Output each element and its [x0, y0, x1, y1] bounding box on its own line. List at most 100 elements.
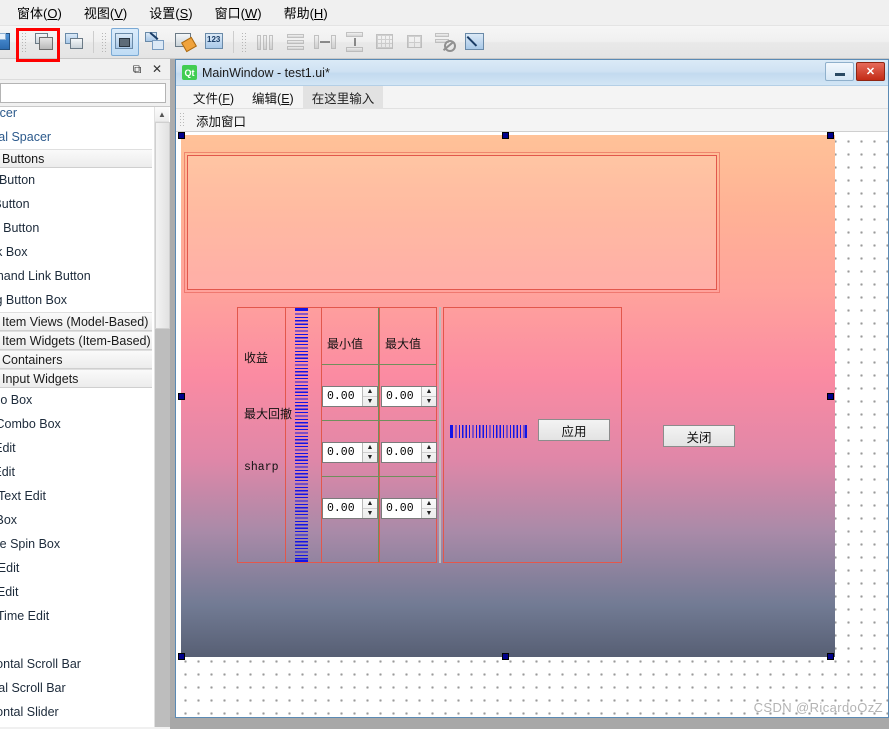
form-menu-placeholder[interactable]: 在这里输入 — [302, 84, 384, 110]
spinbox-arrows[interactable]: ▲ ▼ — [421, 387, 436, 406]
top-frame[interactable] — [184, 152, 720, 293]
layout-horizontal-icon[interactable] — [251, 28, 279, 56]
widget-box-item[interactable]: Plain Text Edit — [0, 484, 152, 508]
layout-splitter-h-icon[interactable] — [311, 28, 339, 56]
toolbar-grip-3[interactable] — [240, 31, 247, 53]
form-menu-edit[interactable]: 编辑(E) — [243, 85, 303, 110]
edit-widgets-icon[interactable] — [31, 28, 59, 56]
widget-box-item[interactable]: ...Spacer — [0, 107, 152, 125]
spin-down-arrow-icon: ▼ — [366, 398, 374, 405]
form-canvas[interactable]: 收益 最大回撤 sharp 最小值 最大值 0.00 ▲ ▼ 0.00 ▲ ▼ 0.… — [176, 132, 888, 717]
apply-button[interactable]: 应用 — [538, 419, 610, 441]
spinbox-profit-max[interactable]: 0.00 ▲ ▼ — [381, 386, 437, 407]
form-toolbar-action-add-window[interactable]: 添加窗口 — [190, 109, 252, 132]
selection-handle-middle-left[interactable] — [178, 393, 185, 400]
close-icon[interactable]: ✕ — [856, 62, 885, 81]
widget-box-category[interactable]: Item Widgets (Item-Based) — [0, 331, 152, 350]
edit-signals-slots-icon[interactable] — [111, 28, 139, 56]
close-button[interactable]: 关闭 — [663, 425, 735, 447]
selection-handle-top-center[interactable] — [502, 132, 509, 139]
widget-box-scrollbar[interactable]: ▲ — [154, 107, 170, 727]
widget-box-category[interactable]: Item Views (Model-Based) — [0, 312, 152, 331]
horizontal-spacer[interactable] — [450, 425, 527, 438]
edit-widgets-alt-icon[interactable] — [61, 28, 89, 56]
widget-box-item[interactable]: Combo Box — [0, 388, 152, 412]
widget-box-item[interactable]: Spin Box — [0, 508, 152, 532]
widget-box-item[interactable]: Double Spin Box — [0, 532, 152, 556]
menu-item-settings[interactable]: 设置(S) — [138, 0, 203, 26]
close-icon[interactable]: ✕ — [148, 61, 166, 77]
adjust-size-icon[interactable] — [461, 28, 489, 56]
widget-box-item[interactable]: Check Box — [0, 240, 152, 264]
edit-tab-order-icon[interactable] — [171, 28, 199, 56]
widget-box-item[interactable]: Dialog Button Box — [0, 288, 152, 312]
selection-handle-middle-right[interactable] — [827, 393, 834, 400]
widget-box-category[interactable]: Buttons — [0, 149, 152, 168]
layout-vertical-icon[interactable] — [281, 28, 309, 56]
selection-handle-bottom-left[interactable] — [178, 653, 185, 660]
widget-box-item[interactable]: Horizontal Scroll Bar — [0, 652, 152, 676]
selection-handle-bottom-center[interactable] — [502, 653, 509, 660]
grid-label-column[interactable] — [237, 307, 286, 563]
widget-box-item[interactable]: Dial — [0, 628, 152, 652]
spinbox-profit-min[interactable]: 0.00 ▲ ▼ — [322, 386, 378, 407]
widget-box-dock: ⧉ ✕ ...SpacerVertical SpacerButtonsPush … — [0, 59, 170, 729]
selection-handle-bottom-right[interactable] — [827, 653, 834, 660]
number-order-icon[interactable]: 123 — [201, 28, 229, 56]
widget-box-item[interactable]: Push Button — [0, 168, 152, 192]
form-toolbar-grip[interactable] — [179, 112, 185, 128]
layout-form-icon[interactable] — [401, 28, 429, 56]
selection-handle-top-left[interactable] — [178, 132, 185, 139]
break-layout-icon[interactable] — [431, 28, 459, 56]
toolbar-grip[interactable] — [20, 31, 27, 53]
layout-splitter-v-icon[interactable] — [341, 28, 369, 56]
widget-box-category[interactable]: Containers — [0, 350, 152, 369]
spin-down-arrow-icon: ▼ — [366, 510, 374, 517]
widget-box-item[interactable]: Vertical Scroll Bar — [0, 676, 152, 700]
spinbox-sharp-min[interactable]: 0.00 ▲ ▼ — [322, 498, 378, 519]
widget-box-item[interactable]: Command Link Button — [0, 264, 152, 288]
edit-buddies-icon[interactable] — [141, 28, 169, 56]
widget-box-item[interactable]: Vertical Slider — [0, 724, 152, 727]
menu-item-help[interactable]: 帮助(H) — [273, 0, 339, 26]
central-widget[interactable]: 收益 最大回撤 sharp 最小值 最大值 0.00 ▲ ▼ 0.00 ▲ ▼ 0.… — [181, 135, 835, 657]
widget-box-filter-input[interactable] — [0, 83, 166, 103]
widget-box-item[interactable]: Text Edit — [0, 460, 152, 484]
widget-box-item[interactable]: Line Edit — [0, 436, 152, 460]
spinbox-arrows[interactable]: ▲ ▼ — [362, 499, 377, 518]
menu-item-form[interactable]: 窗体(O) — [6, 0, 73, 26]
widget-box-list[interactable]: ...SpacerVertical SpacerButtonsPush Butt… — [0, 106, 170, 727]
layout-grid-icon[interactable] — [371, 28, 399, 56]
form-window-titlebar[interactable]: Qt MainWindow - test1.ui* ✕ — [176, 60, 888, 86]
scrollbar-track[interactable] — [155, 329, 170, 727]
menu-item-view[interactable]: 视图(V) — [73, 0, 138, 26]
menu-item-window[interactable]: 窗口(W) — [204, 0, 273, 26]
form-menu-file[interactable]: 文件(F) — [184, 85, 243, 110]
widget-box-item[interactable]: Tool Button — [0, 192, 152, 216]
spinbox-arrows[interactable]: ▲ ▼ — [362, 443, 377, 462]
spinbox-arrows[interactable]: ▲ ▼ — [421, 443, 436, 462]
vertical-spacer[interactable] — [295, 308, 308, 562]
widget-box-item[interactable]: Font Combo Box — [0, 412, 152, 436]
widget-box-category[interactable]: Input Widgets — [0, 369, 152, 388]
spinbox-drawdown-max[interactable]: 0.00 ▲ ▼ — [381, 442, 437, 463]
widget-box-item[interactable]: Vertical Spacer — [0, 125, 152, 149]
spin-up-arrow-icon: ▲ — [363, 499, 377, 509]
main-toolbar: 123 — [0, 26, 889, 59]
widget-box-item[interactable]: Time Edit — [0, 556, 152, 580]
save-icon[interactable] — [0, 28, 16, 56]
widget-box-item[interactable]: Horizontal Slider — [0, 700, 152, 724]
widget-box-item[interactable]: Radio Button — [0, 216, 152, 240]
selection-handle-top-right[interactable] — [827, 132, 834, 139]
widget-box-item[interactable]: Date Edit — [0, 580, 152, 604]
minimize-icon[interactable] — [825, 62, 854, 81]
chevron-up-icon[interactable]: ▲ — [155, 107, 169, 122]
spinbox-drawdown-min[interactable]: 0.00 ▲ ▼ — [322, 442, 378, 463]
restore-icon[interactable]: ⧉ — [128, 61, 146, 77]
spinbox-arrows[interactable]: ▲ ▼ — [362, 387, 377, 406]
widget-box-item[interactable]: Date/Time Edit — [0, 604, 152, 628]
scrollbar-thumb[interactable] — [155, 122, 170, 329]
spinbox-sharp-max[interactable]: 0.00 ▲ ▼ — [381, 498, 437, 519]
spinbox-arrows[interactable]: ▲ ▼ — [421, 499, 436, 518]
toolbar-grip-2[interactable] — [100, 31, 107, 53]
